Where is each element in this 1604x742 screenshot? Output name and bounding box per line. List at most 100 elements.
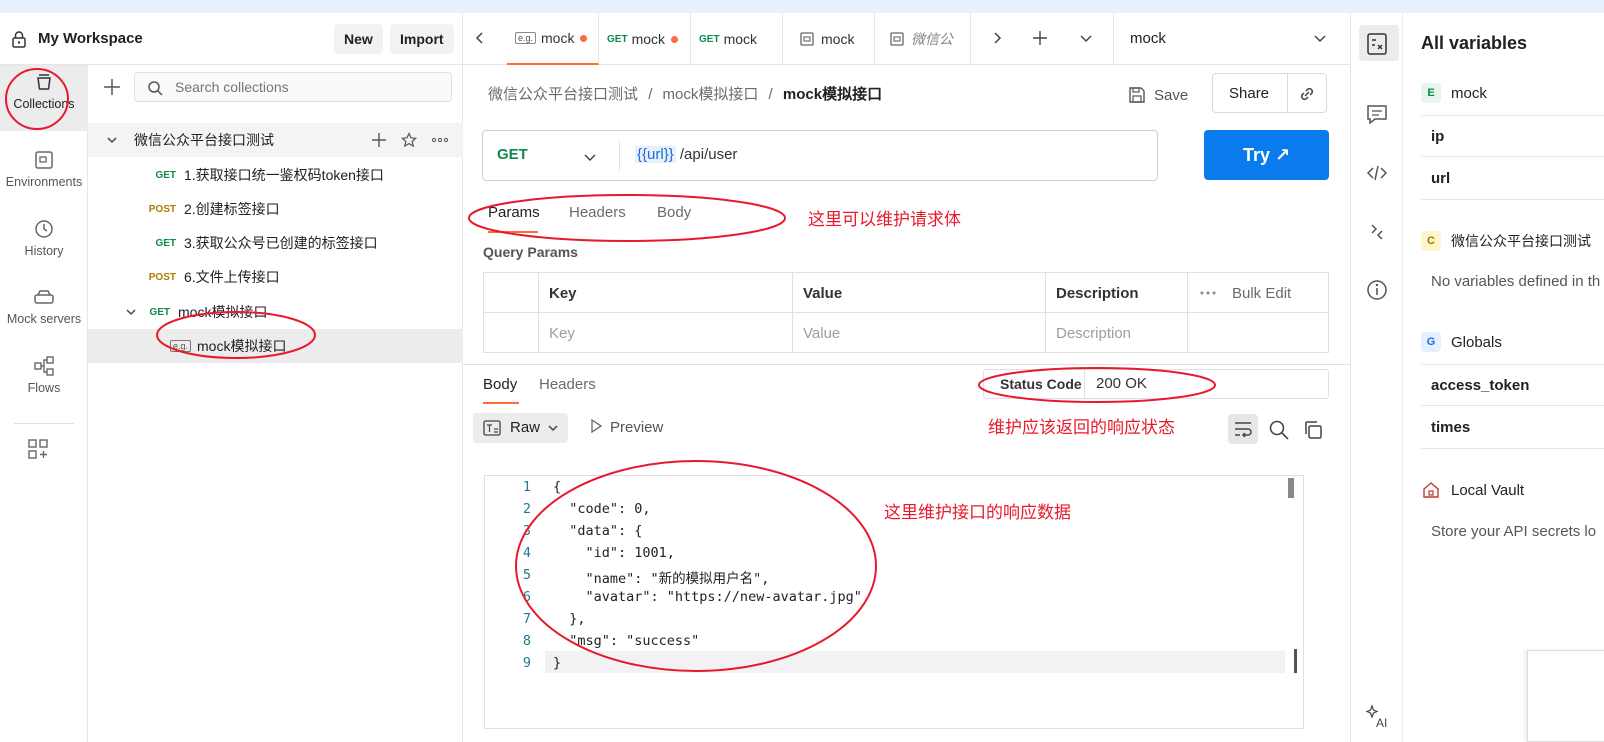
collection-name[interactable]: 微信公众平台接口测试 — [1451, 231, 1591, 251]
search-collections[interactable] — [134, 72, 452, 102]
code-line: "name": "新的模拟用户名", — [553, 571, 770, 587]
tab-response-body[interactable]: Body — [483, 376, 517, 393]
method-badge: POST — [148, 271, 176, 283]
annotation-body: 这里维护接口的响应数据 — [884, 503, 1071, 522]
chevron-down-icon[interactable] — [106, 134, 118, 146]
tree-item-request[interactable]: GET 1.获取接口统一鉴权码token接口 — [88, 158, 463, 192]
new-tab-icon[interactable] — [1032, 30, 1048, 46]
request-name: 3.获取公众号已创建的标签接口 — [184, 235, 378, 251]
chevron-left-icon[interactable] — [473, 31, 487, 45]
variable-row[interactable]: access_token — [1421, 364, 1604, 406]
variables-icon[interactable] — [1364, 31, 1390, 57]
scope-vault: Local Vault — [1421, 480, 1524, 500]
method-select[interactable]: GET — [497, 146, 528, 163]
search-icon[interactable] — [1267, 418, 1291, 442]
search-input[interactable] — [175, 77, 435, 97]
workspace-title[interactable]: My Workspace — [38, 30, 143, 47]
chevron-down-icon — [1314, 35, 1326, 43]
collection-empty-note: No variables defined in th — [1431, 273, 1601, 290]
add-apps-icon[interactable] — [27, 438, 49, 460]
chevron-right-icon[interactable] — [990, 31, 1004, 45]
example-badge: e.g. — [515, 32, 537, 44]
format-select[interactable]: Raw — [473, 413, 568, 443]
variable-row[interactable]: url — [1421, 158, 1604, 200]
vault-name[interactable]: Local Vault — [1451, 482, 1524, 499]
tab-doc-mock[interactable]: mock — [783, 13, 875, 65]
tab-doc-wechat[interactable]: 微信公 — [875, 13, 971, 65]
code-line: "msg": "success" — [553, 633, 700, 649]
tree-item-request-expanded[interactable]: GET mock模拟接口 — [88, 295, 463, 329]
tab-request-mock-2[interactable]: GET mock — [691, 13, 783, 65]
more-options-icon[interactable] — [431, 132, 449, 148]
rail-label: History — [24, 244, 64, 258]
ai-sparkle-icon[interactable]: AI — [1364, 703, 1390, 729]
status-code-field[interactable]: Status Code 200 OK — [983, 369, 1329, 399]
code-icon[interactable] — [1364, 160, 1390, 186]
tab-params[interactable]: Params — [488, 204, 540, 221]
status-code-value[interactable]: 200 OK — [1096, 375, 1147, 392]
rail-item-flows[interactable]: Flows — [0, 349, 88, 415]
collections-toolbar — [88, 65, 463, 111]
chevron-down-icon[interactable] — [583, 150, 597, 164]
info-icon[interactable] — [1364, 277, 1390, 303]
variable-row[interactable]: ip — [1421, 115, 1604, 157]
add-request-icon[interactable] — [371, 132, 387, 148]
chevron-down-icon[interactable] — [1079, 31, 1093, 45]
right-panel-rail: AI — [1351, 13, 1403, 742]
share-button[interactable]: Share — [1229, 85, 1269, 102]
collection-root[interactable]: 微信公众平台接口测试 — [88, 123, 463, 157]
tab-response-headers[interactable]: Headers — [539, 376, 596, 393]
bulk-edit-button[interactable]: Bulk Edit — [1232, 285, 1291, 302]
save-button[interactable]: Save — [1128, 80, 1188, 110]
preview-button[interactable]: Preview — [590, 418, 663, 436]
rail-item-mock-servers[interactable]: Mock servers — [0, 280, 88, 346]
value-input[interactable]: Value — [803, 325, 840, 342]
globals-name[interactable]: Globals — [1451, 334, 1502, 351]
environment-select[interactable]: mock — [1113, 13, 1350, 65]
rail-label: Collections — [13, 97, 75, 111]
tab-headers[interactable]: Headers — [569, 204, 626, 221]
rail-item-history[interactable]: History — [0, 212, 88, 278]
key-input[interactable]: Key — [549, 325, 575, 342]
rail-item-environments[interactable]: Environments — [0, 143, 88, 209]
unsaved-dot — [671, 35, 679, 43]
star-icon[interactable] — [401, 132, 417, 148]
tab-example-mock[interactable]: e.g. mock — [507, 13, 599, 65]
breadcrumb-request[interactable]: mock模拟接口 — [663, 86, 759, 103]
more-options-icon[interactable] — [1200, 289, 1216, 297]
link-icon[interactable] — [1297, 84, 1317, 104]
new-button[interactable]: New — [334, 24, 383, 54]
top-strip — [0, 0, 1604, 13]
description-input[interactable]: Description — [1056, 325, 1131, 342]
tree-item-request[interactable]: POST 6.文件上传接口 — [88, 260, 463, 294]
code-line: } — [553, 655, 562, 671]
share-button-group: Share — [1212, 73, 1327, 113]
tab-label: mock — [723, 31, 758, 47]
breadcrumb-collection[interactable]: 微信公众平台接口测试 — [488, 86, 638, 103]
globals-badge: G — [1421, 332, 1441, 352]
tree-item-example[interactable]: e.g. mock模拟接口 — [88, 329, 463, 363]
tab-label: mock — [821, 31, 855, 47]
rail-item-collections[interactable]: Collections — [0, 65, 88, 131]
environment-name[interactable]: mock — [1451, 85, 1487, 102]
column-key: Key — [549, 285, 577, 302]
plus-icon[interactable] — [102, 77, 122, 97]
try-button[interactable]: Try ↗ — [1204, 130, 1329, 180]
comments-icon[interactable] — [1364, 101, 1390, 127]
pane-divider[interactable] — [463, 364, 1350, 365]
code-line: }, — [553, 611, 586, 627]
chevron-down-icon[interactable] — [125, 306, 137, 318]
tab-request-mock[interactable]: GET mock — [599, 13, 691, 65]
url-input[interactable]: {{url}} /api/user — [635, 146, 737, 163]
tree-item-request[interactable]: POST 2.创建标签接口 — [88, 192, 463, 226]
method-badge: GET — [699, 33, 720, 45]
variable-row[interactable]: times — [1421, 407, 1604, 449]
tab-body[interactable]: Body — [657, 204, 691, 221]
tree-item-request[interactable]: GET 3.获取公众号已创建的标签接口 — [88, 226, 463, 260]
scrollbar-thumb[interactable] — [1288, 478, 1294, 498]
code-line: "avatar": "https://new-avatar.jpg" — [553, 589, 862, 605]
copy-icon[interactable] — [1301, 418, 1325, 442]
line-number: 3 — [522, 523, 531, 539]
related-icon[interactable] — [1364, 219, 1390, 245]
import-button[interactable]: Import — [390, 24, 454, 54]
